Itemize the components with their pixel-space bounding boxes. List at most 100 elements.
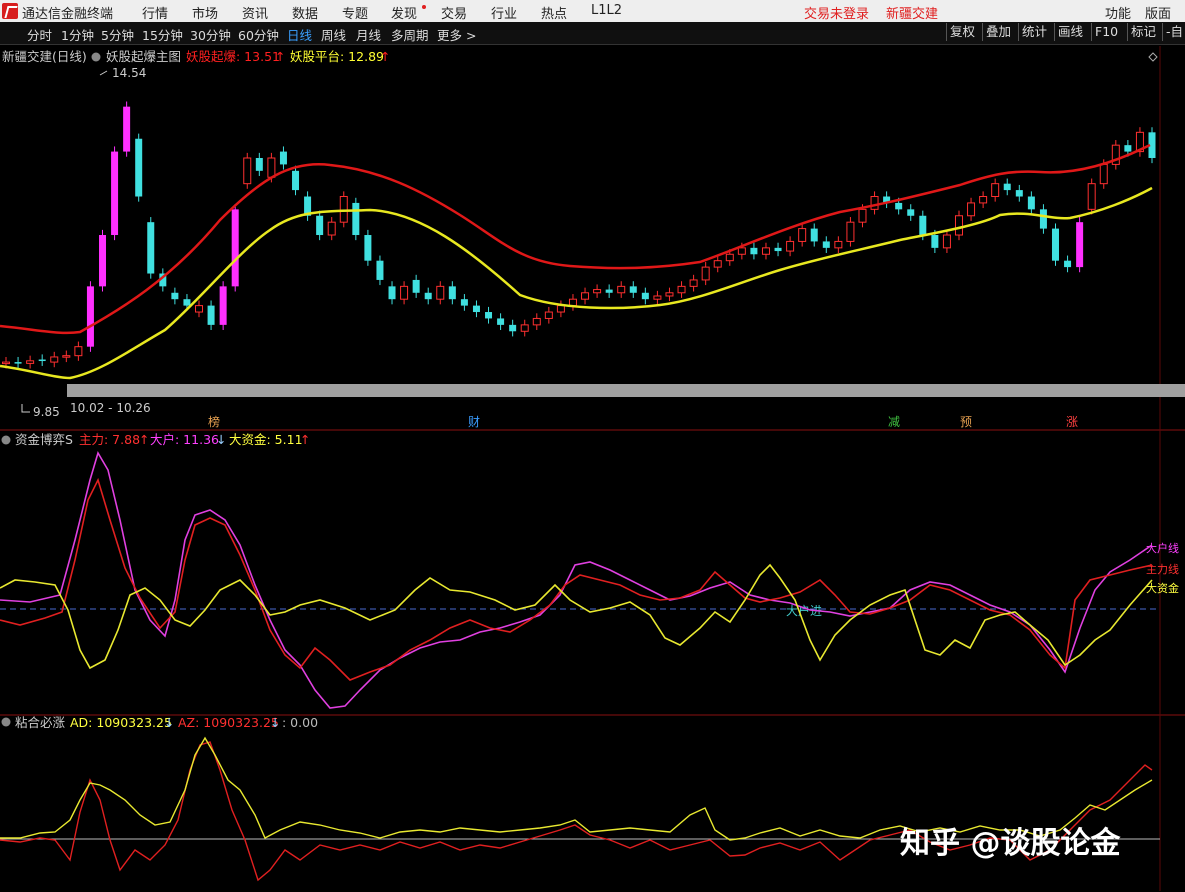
menu-item-jiaoyi[interactable]: 交易 [441, 3, 467, 22]
indicator-menu-icon[interactable] [1, 435, 11, 445]
menu-item-l1l2[interactable]: L1L2 [591, 3, 622, 18]
candle-body [135, 138, 143, 197]
period-60min[interactable]: 60分钟 [238, 25, 279, 44]
candle-body [677, 285, 686, 294]
fuquan-button[interactable]: 复权 [946, 23, 978, 41]
legend-ad: AD: 1090323.25 [70, 715, 172, 730]
trade-login-status[interactable]: 交易未登录 [804, 3, 869, 22]
period-daily[interactable]: 日线 [287, 25, 312, 44]
candle-body [485, 312, 493, 319]
arrow-up-icon: ↑ [380, 49, 390, 64]
candle-body [520, 324, 529, 332]
huaxian-button[interactable]: 画线 [1054, 23, 1086, 41]
menu-item-banmian[interactable]: 版面 [1145, 3, 1171, 22]
menu-item-redian[interactable]: 热点 [541, 3, 567, 22]
menu-item-hangqing[interactable]: 行情 [142, 3, 168, 22]
legend-yaogu-qibao: 妖股起爆: 13.51 [186, 49, 280, 64]
candle-body [316, 215, 324, 236]
candle-body [605, 289, 613, 293]
menu-item-faxian[interactable]: 发现 [391, 3, 417, 22]
period-1min[interactable]: 1分钟 [61, 25, 94, 44]
biaoji-button[interactable]: 标记 [1127, 23, 1159, 41]
panel3-title[interactable]: 粘合必涨 [15, 715, 66, 730]
candle-body [761, 247, 770, 255]
candle-body [376, 260, 384, 280]
menu-item-gongneng[interactable]: 功能 [1105, 3, 1131, 22]
candle-body [400, 285, 409, 300]
candle-body [1064, 260, 1072, 268]
watermark: 知乎 @谈股论金 [900, 826, 1121, 861]
candle-body [617, 285, 626, 294]
candle-body [846, 221, 855, 242]
candle-body [86, 286, 94, 347]
menu-item-zixun[interactable]: 资讯 [242, 3, 268, 22]
candle-body [942, 234, 951, 249]
arrow-up-icon: ↑ [275, 49, 285, 64]
low-price-label: 9.85 [33, 405, 60, 419]
legend-dazijin: 大资金: 5.11 [229, 432, 303, 447]
candle-body [895, 202, 903, 210]
candles-layer [2, 101, 1156, 369]
candle-body [653, 295, 662, 300]
legend-az: AZ: 1090323.25 [178, 715, 279, 730]
diamond-icon[interactable] [1148, 52, 1158, 62]
candle-body [38, 359, 46, 362]
event-marker[interactable]: 涨 [1066, 414, 1078, 429]
current-stock-name[interactable]: 新疆交建 [886, 3, 938, 22]
candle-body [641, 292, 649, 300]
legend-dahu: 大户: 11.36 [150, 432, 219, 447]
diejia-button[interactable]: 叠加 [982, 23, 1014, 41]
candle-body [1027, 196, 1035, 210]
menu-item-shichang[interactable]: 市场 [192, 3, 218, 22]
menu-bar: 通达信金融终端 行情 市场 资讯 数据 专题 发现 交易 行业 热点 L1L2 … [0, 0, 1185, 22]
candle-body [737, 247, 746, 255]
arrow-down-icon: ↓ [216, 432, 226, 447]
candle-body [822, 241, 830, 248]
f10-button[interactable]: F10 [1091, 23, 1121, 41]
candle-body [1051, 228, 1059, 261]
period-fenshi[interactable]: 分时 [27, 25, 52, 44]
candle-body [689, 279, 698, 287]
candle-body [568, 298, 577, 307]
event-marker[interactable]: 预 [960, 415, 972, 429]
range-label: 10.02 - 10.26 [70, 401, 151, 415]
candle-body [460, 299, 468, 306]
arrow-up-icon: ↑ [300, 432, 310, 447]
candle-body [219, 286, 227, 325]
period-more[interactable]: 更多 > [437, 25, 476, 44]
tongji-button[interactable]: 统计 [1018, 23, 1050, 41]
candle-body [207, 305, 215, 325]
period-weekly[interactable]: 周线 [321, 25, 346, 44]
candle-body [1076, 222, 1084, 268]
period-monthly[interactable]: 月线 [356, 25, 381, 44]
period-15min[interactable]: 15分钟 [142, 25, 183, 44]
menu-item-zhuanti[interactable]: 专题 [342, 3, 368, 22]
event-marker[interactable]: 减 [888, 415, 900, 429]
right-label-dazijin: 大资金 [1146, 581, 1179, 595]
zidingyi-button[interactable]: -自 [1162, 23, 1185, 41]
kline-chart-area[interactable]: 新疆交建(日线) 妖股起爆主图 妖股起爆: 13.51 ↑ 妖股平台: 12.8… [0, 46, 1185, 892]
event-marker[interactable]: 财 [468, 415, 480, 429]
candle-body [99, 235, 107, 287]
menu-item-hangye[interactable]: 行业 [491, 3, 517, 22]
main-indicator-name[interactable]: 妖股起爆主图 [106, 49, 181, 64]
period-5min[interactable]: 5分钟 [101, 25, 134, 44]
legend-zhuli: 主力: 7.88 [79, 432, 140, 447]
candle-body [954, 215, 963, 236]
arrow-down-icon: ↓ [164, 715, 174, 730]
menu-item-shuju[interactable]: 数据 [292, 3, 318, 22]
legend-zero: : 0.00 [282, 715, 318, 730]
dazijin-line [0, 563, 1153, 670]
candle-body [231, 209, 239, 287]
period-toolbar: 分时 1分钟 5分钟 15分钟 30分钟 60分钟 日线 周线 月线 多周期 更… [0, 22, 1185, 45]
candle-body [798, 228, 807, 242]
event-marker[interactable]: 榜 [208, 414, 220, 429]
period-30min[interactable]: 30分钟 [190, 25, 231, 44]
candle-body [123, 106, 131, 152]
indicator-menu-icon[interactable] [91, 52, 101, 62]
period-multi[interactable]: 多周期 [391, 25, 429, 44]
notification-dot-icon [422, 5, 426, 9]
candle-body [436, 285, 445, 300]
indicator-menu-icon[interactable] [1, 717, 11, 727]
panel2-title[interactable]: 资金博弈S [15, 432, 73, 447]
